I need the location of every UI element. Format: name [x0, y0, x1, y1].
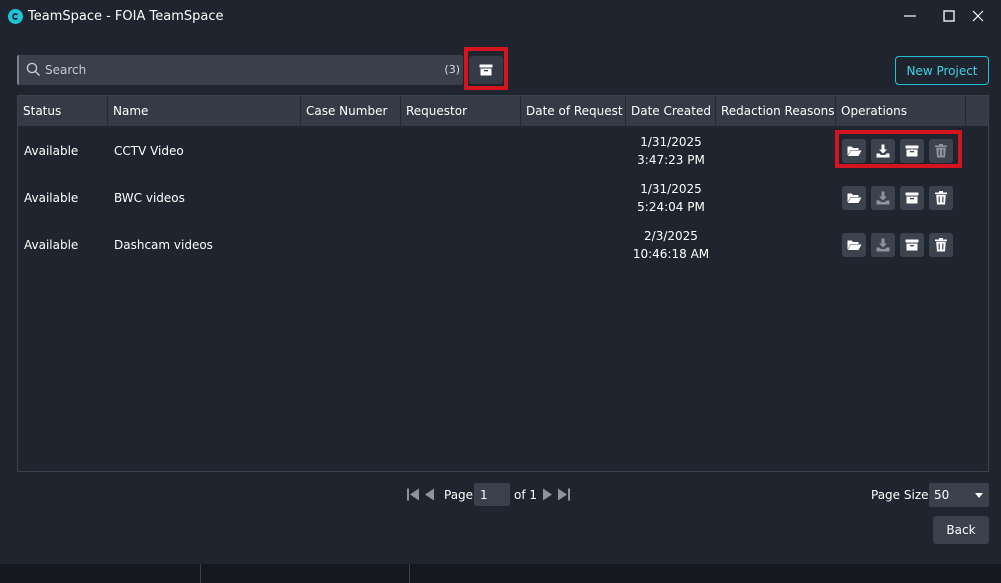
cell-date-created: 2/3/2025 10:46:18 AM	[626, 221, 716, 268]
cell-name: CCTV Video	[114, 143, 184, 158]
column-header-redaction-reasons[interactable]: Redaction Reasons	[716, 96, 836, 126]
archive-icon	[905, 192, 919, 204]
table-row[interactable]: Available CCTV Video 1/31/2025 3:47:23 P…	[18, 127, 988, 174]
archive-icon	[905, 239, 919, 251]
search-input[interactable]	[45, 59, 425, 81]
cell-name: BWC videos	[114, 190, 185, 205]
download-button[interactable]	[871, 139, 895, 163]
search-box[interactable]: (3)	[17, 55, 463, 85]
page-size-value: 50	[934, 488, 950, 502]
table-row[interactable]: Available BWC videos 1/31/2025 5:24:04 P…	[18, 174, 988, 221]
teamspace-logo-icon	[8, 9, 23, 24]
column-header-date-of-request[interactable]: Date of Request	[521, 96, 626, 126]
minimize-icon	[904, 15, 916, 17]
open-project-button[interactable]	[842, 139, 866, 163]
folder-open-icon	[847, 240, 861, 250]
cell-date-created: 1/31/2025 3:47:23 PM	[626, 127, 716, 174]
cell-status: Available	[24, 190, 79, 205]
archive-icon	[905, 145, 919, 157]
table-header: Status Name Case Number Requestor Date o…	[18, 96, 988, 126]
open-project-button[interactable]	[842, 186, 866, 210]
column-header-name[interactable]: Name	[108, 96, 301, 126]
date-created-date: 2/3/2025	[644, 228, 698, 243]
download-icon	[876, 191, 890, 205]
page-size-label: Page Size:	[871, 488, 933, 502]
cell-name: Dashcam videos	[114, 237, 213, 252]
page-count-label: of 1	[514, 488, 538, 502]
first-page-icon[interactable]	[407, 488, 419, 501]
show-archived-button[interactable]	[469, 56, 503, 84]
column-header-date-created[interactable]: Date Created	[626, 96, 716, 126]
date-created-time: 5:24:04 PM	[637, 199, 705, 214]
archive-project-button[interactable]	[900, 186, 924, 210]
row-operations	[842, 139, 953, 163]
page-size-select[interactable]: 50	[929, 483, 989, 507]
back-button[interactable]: Back	[933, 516, 989, 544]
trash-icon	[935, 144, 947, 158]
taskbar-divider	[409, 564, 410, 583]
taskbar-divider	[200, 564, 201, 583]
download-icon	[876, 238, 890, 252]
delete-project-button[interactable]	[929, 186, 953, 210]
download-button[interactable]	[871, 186, 895, 210]
row-operations	[842, 233, 953, 257]
close-icon	[972, 10, 984, 22]
maximize-icon	[943, 10, 955, 22]
delete-project-button[interactable]	[929, 233, 953, 257]
cell-status: Available	[24, 237, 79, 252]
projects-table: Status Name Case Number Requestor Date o…	[17, 95, 989, 472]
download-button[interactable]	[871, 233, 895, 257]
last-page-icon[interactable]	[558, 488, 570, 501]
column-header-case-number[interactable]: Case Number	[301, 96, 401, 126]
search-result-count: (3)	[444, 63, 460, 76]
folder-open-icon	[847, 146, 861, 156]
new-project-button[interactable]: New Project	[895, 56, 989, 85]
download-icon	[876, 144, 890, 158]
taskbar	[0, 564, 1001, 583]
previous-page-icon[interactable]	[424, 488, 434, 501]
page-number-input[interactable]	[474, 483, 510, 506]
column-header-requestor[interactable]: Requestor	[401, 96, 521, 126]
cell-status: Available	[24, 143, 79, 158]
pagination-bar: Page of 1 Page Size: 50	[0, 483, 1001, 507]
trash-icon	[935, 238, 947, 252]
close-button[interactable]	[955, 0, 1001, 32]
folder-open-icon	[847, 193, 861, 203]
row-operations	[842, 186, 953, 210]
date-created-time: 10:46:18 AM	[632, 246, 710, 261]
title-bar: TeamSpace - FOIA TeamSpace	[0, 0, 1001, 32]
date-created-date: 1/31/2025	[640, 134, 702, 149]
date-created-date: 1/31/2025	[640, 181, 702, 196]
cell-date-created: 1/31/2025 5:24:04 PM	[626, 174, 716, 221]
delete-project-button[interactable]	[929, 139, 953, 163]
open-project-button[interactable]	[842, 233, 866, 257]
next-page-icon[interactable]	[543, 488, 553, 501]
window-title: TeamSpace - FOIA TeamSpace	[28, 9, 224, 24]
trash-icon	[935, 191, 947, 205]
date-created-time: 3:47:23 PM	[637, 152, 705, 167]
archive-project-button[interactable]	[900, 233, 924, 257]
column-header-operations: Operations	[836, 96, 966, 126]
column-header-status[interactable]: Status	[18, 96, 108, 126]
page-label: Page	[444, 488, 474, 502]
table-row[interactable]: Available Dashcam videos 2/3/2025 10:46:…	[18, 221, 988, 268]
archive-icon	[479, 64, 493, 76]
archive-project-button[interactable]	[900, 139, 924, 163]
chevron-down-icon	[975, 493, 983, 498]
search-icon	[26, 62, 41, 77]
